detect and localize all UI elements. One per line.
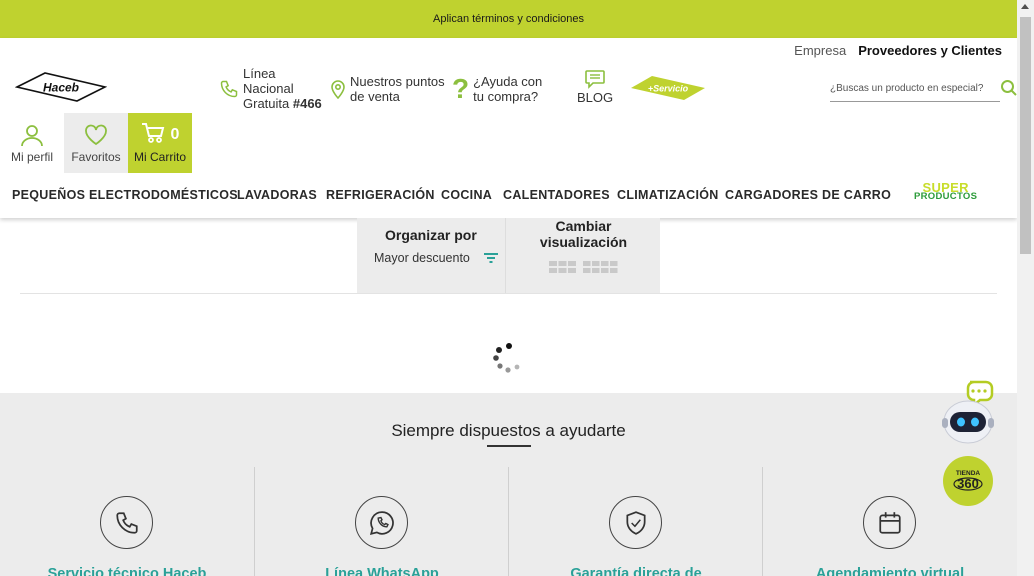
servicio-text: +Servicio (648, 84, 689, 94)
help-card-label: Garantía directa de (570, 566, 702, 576)
chatbot-robot-icon[interactable] (940, 378, 998, 448)
help-card-whatsapp[interactable]: Línea WhatsApp (254, 467, 508, 576)
nav-lavadoras[interactable]: LAVADORAS (237, 188, 317, 202)
nav-cargadores[interactable]: CARGADORES DE CARRO (725, 188, 891, 202)
super-productos-link[interactable]: SUPER PRODUCTOS (914, 181, 978, 202)
proveedores-link[interactable]: Proveedores y Clientes (858, 43, 1002, 58)
ayuda-compra[interactable]: ? ¿Ayuda con tu compra? (452, 74, 542, 104)
grid-4-icon[interactable] (583, 261, 618, 279)
help-card-garantia[interactable]: Garantía directa de (508, 467, 762, 576)
help-card-label: Agendamiento virtual (815, 566, 965, 576)
mi-carrito-label: Mi Carrito (133, 149, 186, 164)
grid-3-icon[interactable] (549, 261, 576, 279)
linea-line3-prefix: Gratuita (243, 96, 293, 111)
sort-panel: Organizar por Mayor descuento Cambiar vi… (357, 218, 660, 294)
linea-nacional[interactable]: Línea Nacional Gratuita #466 (219, 66, 322, 111)
cambiar-visualizacion: Cambiar visualización (505, 218, 660, 294)
site-header: Empresa Proveedores y Clientes Haceb Lín… (0, 38, 1017, 218)
empresa-link[interactable]: Empresa (794, 43, 846, 58)
nav-refrigeracion[interactable]: REFRIGERACIÓN (326, 188, 435, 202)
filter-icon[interactable] (483, 251, 499, 270)
ayuda-line1: ¿Ayuda con (473, 74, 543, 89)
help-title-underline (487, 445, 531, 447)
linea-line1: Línea (243, 66, 276, 81)
help-card-label: Servicio técnico Haceb (47, 566, 207, 576)
cambiar-line1: Cambiar (555, 218, 612, 234)
help-card-servicio[interactable]: Servicio técnico Haceb (0, 467, 254, 576)
cart-count: 0 (170, 125, 180, 143)
phone-icon (219, 79, 239, 99)
help-section: Siempre dispuestos a ayudarte Servicio t… (0, 393, 1017, 576)
mi-carrito-button[interactable]: 0 Mi Carrito (128, 113, 192, 173)
puntos-line1: Nuestros puntos (350, 74, 445, 89)
puntos-line2: de venta (350, 89, 400, 104)
nav-cocina[interactable]: COCINA (441, 188, 492, 202)
search-icon[interactable] (1000, 79, 1018, 102)
loading-spinner-icon (492, 342, 524, 374)
nav-calentadores[interactable]: CALENTADORES (503, 188, 610, 202)
search-box[interactable] (830, 76, 1017, 102)
content-divider (20, 293, 997, 294)
puntos-de-venta[interactable]: Nuestros puntos de venta (330, 74, 445, 104)
scrollbar-thumb[interactable] (1020, 17, 1031, 254)
shield-check-icon (609, 496, 662, 549)
cart-icon (141, 122, 165, 147)
mi-perfil-button[interactable]: Mi perfil (0, 113, 64, 173)
cambiar-title: Cambiar visualización (506, 218, 661, 250)
scroll-up-icon[interactable] (1021, 4, 1029, 9)
location-pin-icon (330, 79, 346, 99)
nav-climatizacion[interactable]: CLIMATIZACIÓN (617, 188, 719, 202)
question-icon: ? (452, 73, 470, 104)
blog-link[interactable]: BLOG (575, 69, 615, 105)
cambiar-line2: visualización (539, 234, 628, 250)
favoritos-button[interactable]: Favoritos (64, 113, 128, 173)
mi-perfil-label: Mi perfil (10, 149, 53, 164)
help-card-label: Línea WhatsApp (325, 566, 439, 576)
help-cards: Servicio técnico Haceb Línea WhatsApp Ga… (0, 467, 1017, 576)
calendar-icon (863, 496, 916, 549)
linea-line3: Gratuita #466 (243, 96, 322, 111)
linea-number: #466 (292, 96, 322, 111)
main-nav: PEQUEÑOS ELECTRODOMÉSTICOS LAVADORAS REF… (0, 181, 1017, 206)
promo-banner[interactable]: Aplican términos y condiciones (0, 0, 1017, 38)
tienda-360-button[interactable]: TIENDA 360 (943, 456, 993, 506)
help-title: Siempre dispuestos a ayudarte (391, 421, 626, 440)
organizar-por[interactable]: Organizar por Mayor descuento (357, 218, 505, 294)
heart-icon (84, 123, 108, 147)
ayuda-line2: tu compra? (473, 89, 539, 104)
linea-line2: Nacional (243, 81, 294, 96)
whatsapp-icon (355, 496, 408, 549)
mas-servicio-logo[interactable]: +Servicio (630, 75, 706, 101)
haceb-logo[interactable]: Haceb (14, 71, 108, 103)
organizar-title: Organizar por (385, 227, 477, 243)
top-links: Empresa Proveedores y Clientes (794, 43, 1002, 58)
organizar-value[interactable]: Mayor descuento (374, 251, 470, 265)
blog-label: BLOG (576, 90, 614, 105)
nav-pequenos[interactable]: PEQUEÑOS ELECTRODOMÉSTICOS (12, 188, 238, 202)
search-input[interactable] (830, 83, 1000, 94)
favoritos-label: Favoritos (71, 149, 121, 164)
vertical-scrollbar[interactable] (1017, 0, 1034, 576)
logo-text: Haceb (43, 81, 79, 95)
promo-banner-text[interactable]: Aplican términos y condiciones (433, 13, 584, 25)
super-line2: PRODUCTOS (914, 191, 978, 202)
user-icon (20, 123, 44, 147)
chat-bubble-icon (584, 69, 606, 89)
user-bar: Mi perfil Favoritos 0 Mi Carrito (0, 113, 192, 173)
phone-icon (100, 496, 153, 549)
